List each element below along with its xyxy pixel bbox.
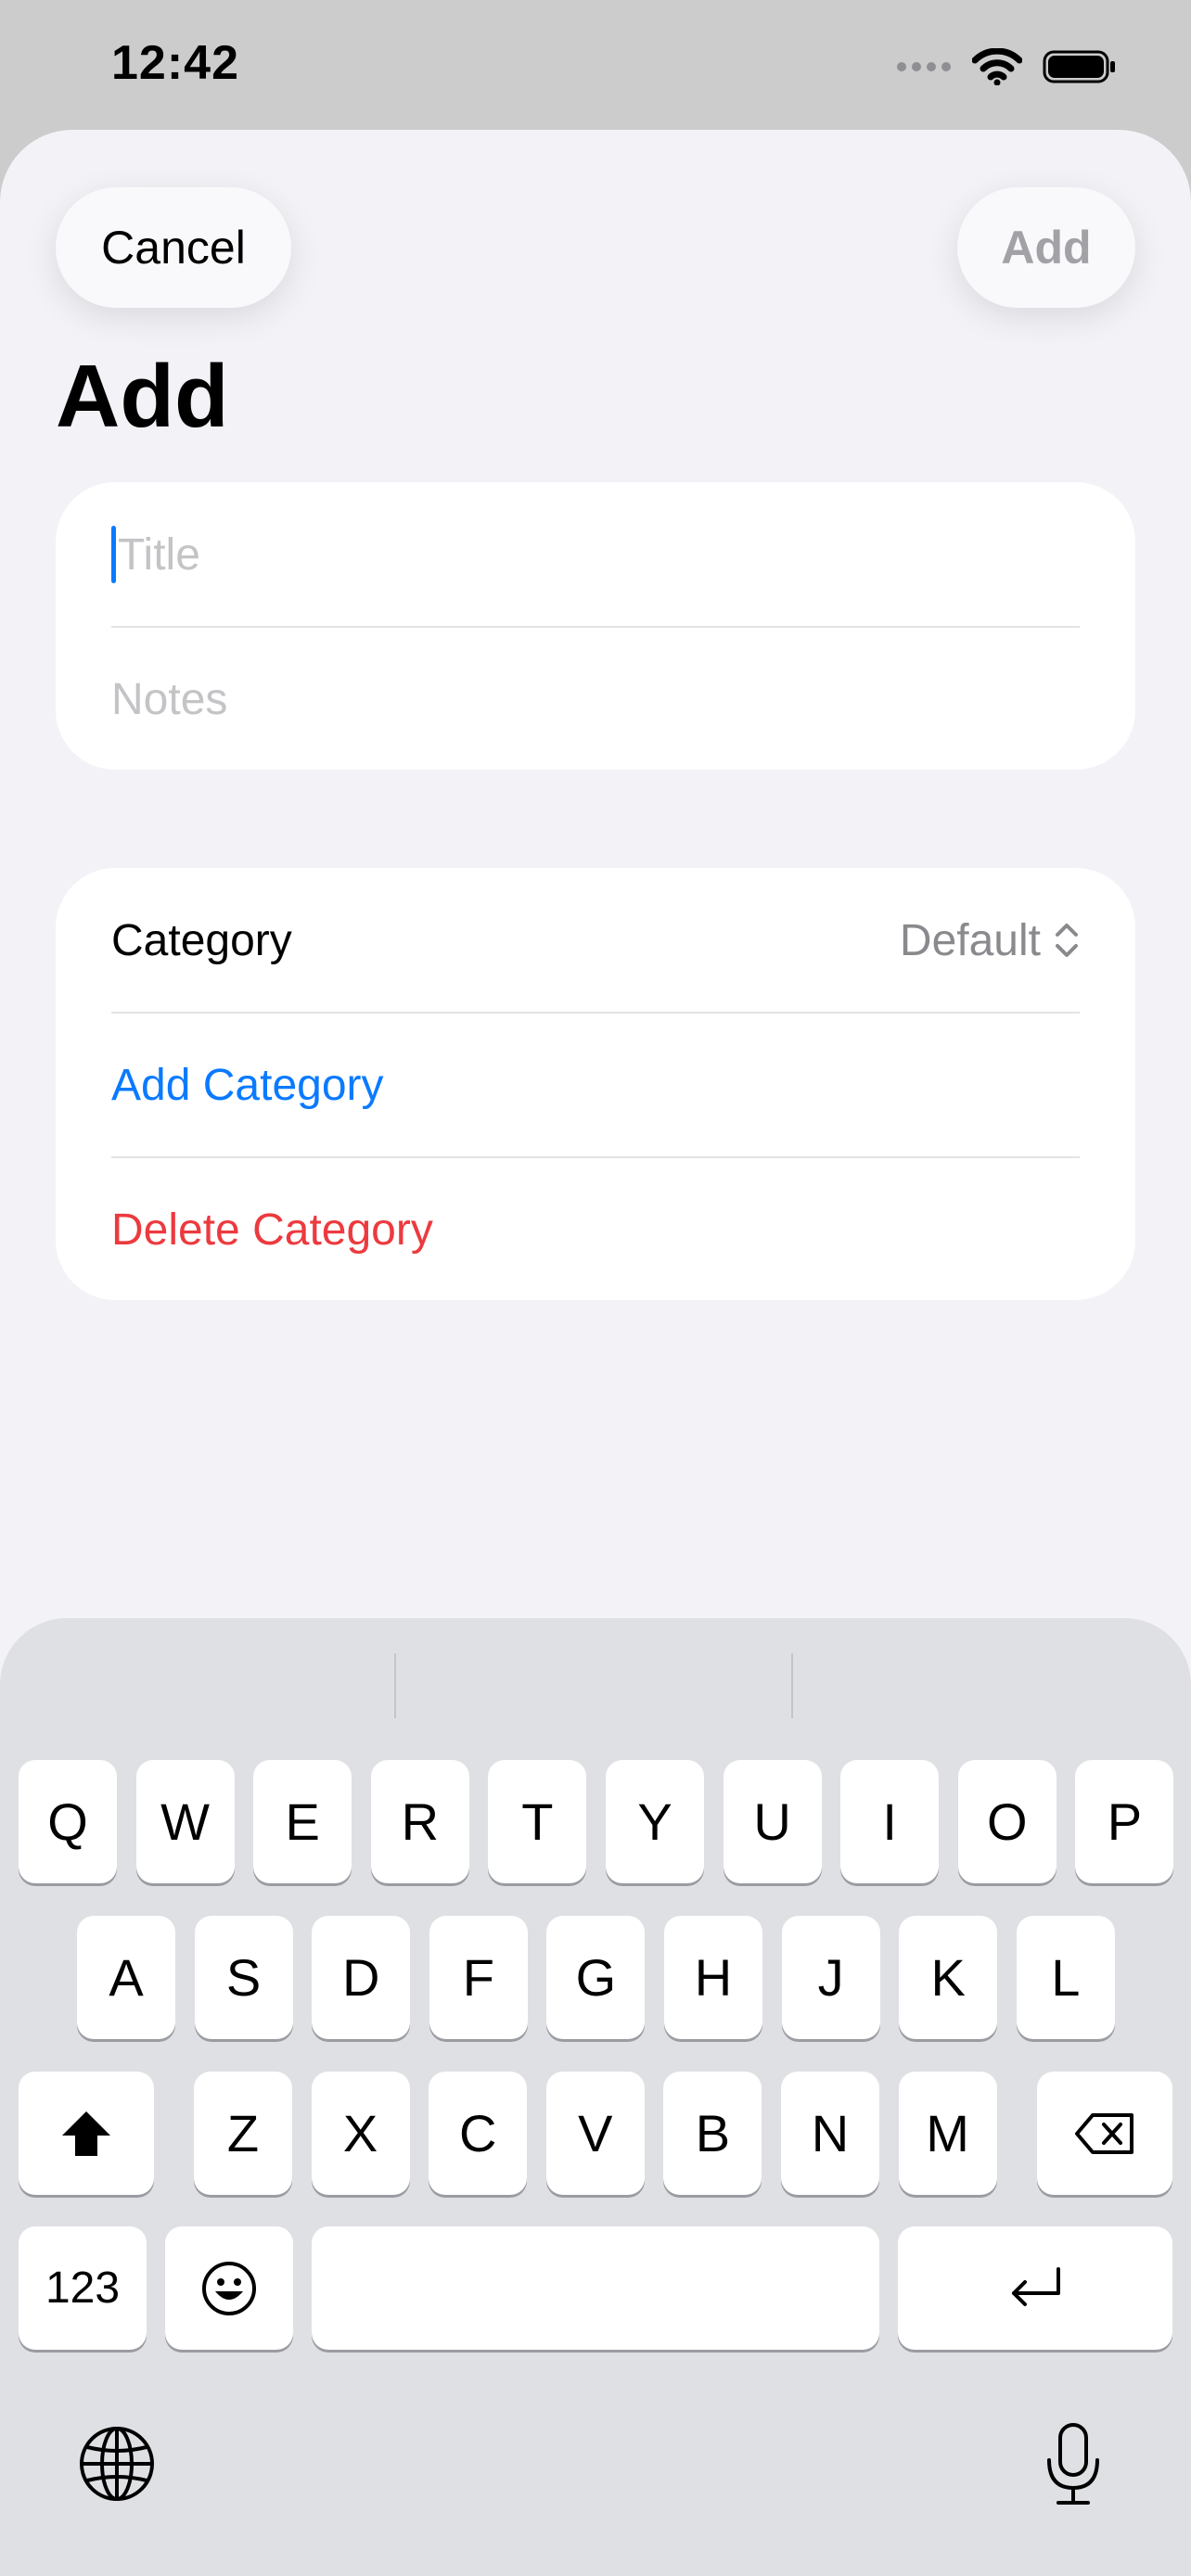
key-f[interactable]: F xyxy=(429,1916,528,2039)
key-w[interactable]: W xyxy=(135,1760,235,1883)
delete-backspace-icon xyxy=(1075,2112,1133,2154)
key-p[interactable]: P xyxy=(1075,1760,1174,1883)
key-z[interactable]: Z xyxy=(194,2072,292,2195)
emoji-key[interactable] xyxy=(165,2226,293,2350)
status-bar: 12:42 xyxy=(0,0,1191,130)
key-a[interactable]: A xyxy=(77,1916,175,2039)
category-label: Category xyxy=(111,915,292,965)
keyboard: QWERTYUIOP ASDFGHJKL ZXCVBNM 123 xyxy=(0,1618,1191,2576)
key-x[interactable]: X xyxy=(311,2072,410,2195)
microphone-icon[interactable] xyxy=(1043,2421,1104,2508)
key-c[interactable]: C xyxy=(429,2072,528,2195)
text-caret xyxy=(111,526,116,583)
category-row[interactable]: Category Default xyxy=(111,868,1080,1013)
key-v[interactable]: V xyxy=(545,2072,645,2195)
suggestion-divider xyxy=(791,1653,793,1718)
shift-key[interactable] xyxy=(19,2072,154,2195)
title-placeholder: Title xyxy=(118,529,200,580)
delete-category-button[interactable]: Delete Category xyxy=(111,1157,1080,1302)
key-h[interactable]: H xyxy=(664,1916,762,2039)
notes-input[interactable]: Notes xyxy=(111,627,1080,772)
category-value: Default xyxy=(899,915,1041,965)
key-o[interactable]: O xyxy=(957,1760,1057,1883)
key-e[interactable]: E xyxy=(253,1760,352,1883)
key-t[interactable]: T xyxy=(488,1760,587,1883)
text-fields-card: Title Notes xyxy=(56,482,1135,770)
numbers-key[interactable]: 123 xyxy=(19,2226,147,2350)
title-input[interactable]: Title xyxy=(111,482,1080,627)
chevron-up-down-icon xyxy=(1056,924,1078,957)
delete-key[interactable] xyxy=(1037,2072,1172,2195)
status-time: 12:42 xyxy=(111,36,239,90)
status-icons xyxy=(896,45,1117,89)
key-n[interactable]: N xyxy=(781,2072,879,2195)
wifi-icon xyxy=(972,48,1022,85)
key-d[interactable]: D xyxy=(312,1916,411,2039)
category-picker[interactable]: Default xyxy=(900,915,1080,966)
key-k[interactable]: K xyxy=(899,1916,998,2039)
add-category-button[interactable]: Add Category xyxy=(111,1013,1080,1157)
key-y[interactable]: Y xyxy=(606,1760,704,1883)
key-s[interactable]: S xyxy=(194,1916,293,2039)
suggestion-divider xyxy=(394,1653,396,1718)
cancel-button[interactable]: Cancel xyxy=(56,187,291,308)
key-i[interactable]: I xyxy=(840,1760,940,1883)
battery-icon xyxy=(1043,50,1115,83)
globe-icon[interactable] xyxy=(78,2425,156,2503)
shift-icon xyxy=(62,2111,110,2156)
category-card: Category Default Add Category Delete Cat… xyxy=(56,868,1135,1300)
return-key[interactable] xyxy=(898,2226,1172,2350)
page-title: Add xyxy=(56,347,229,446)
key-m[interactable]: M xyxy=(898,2072,997,2195)
key-l[interactable]: L xyxy=(1016,1916,1115,2039)
key-r[interactable]: R xyxy=(370,1760,469,1883)
cellular-signal-icon xyxy=(897,62,951,71)
key-q[interactable]: Q xyxy=(19,1760,117,1883)
key-g[interactable]: G xyxy=(546,1916,646,2039)
key-j[interactable]: J xyxy=(781,1916,880,2039)
key-b[interactable]: B xyxy=(663,2072,762,2195)
emoji-icon xyxy=(202,2261,256,2315)
space-key[interactable] xyxy=(312,2226,879,2350)
notes-placeholder: Notes xyxy=(111,674,228,724)
return-icon xyxy=(1012,2266,1060,2306)
key-u[interactable]: U xyxy=(723,1760,822,1883)
add-button[interactable]: Add xyxy=(957,187,1135,308)
